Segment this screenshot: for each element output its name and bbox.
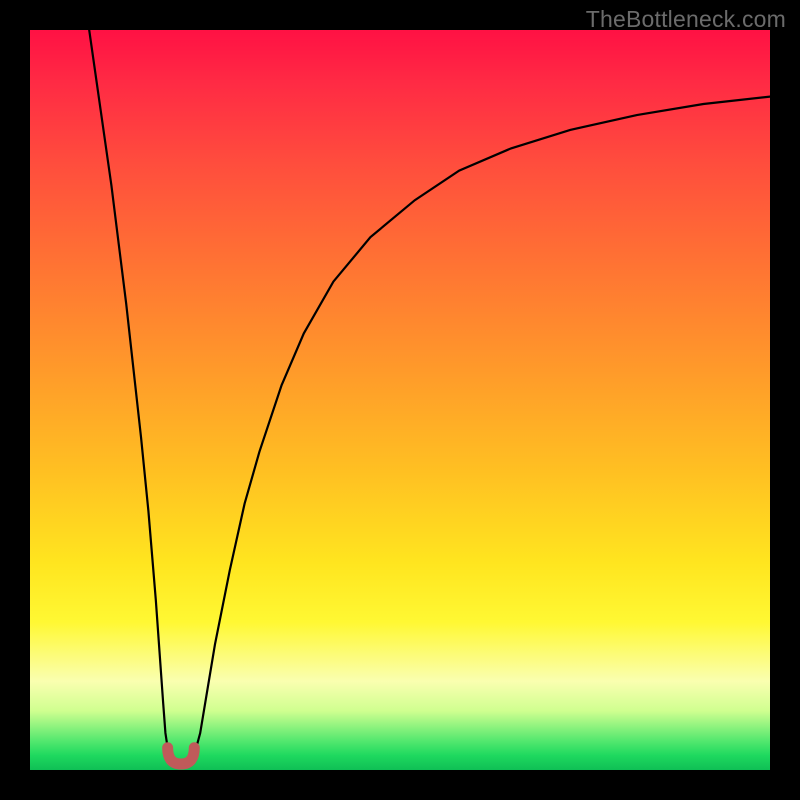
- plot-area: [30, 30, 770, 770]
- min-marker: [168, 748, 195, 764]
- watermark-text: TheBottleneck.com: [586, 6, 786, 33]
- bottleneck-curve: [89, 30, 770, 768]
- curve-svg: [30, 30, 770, 770]
- chart-frame: TheBottleneck.com: [0, 0, 800, 800]
